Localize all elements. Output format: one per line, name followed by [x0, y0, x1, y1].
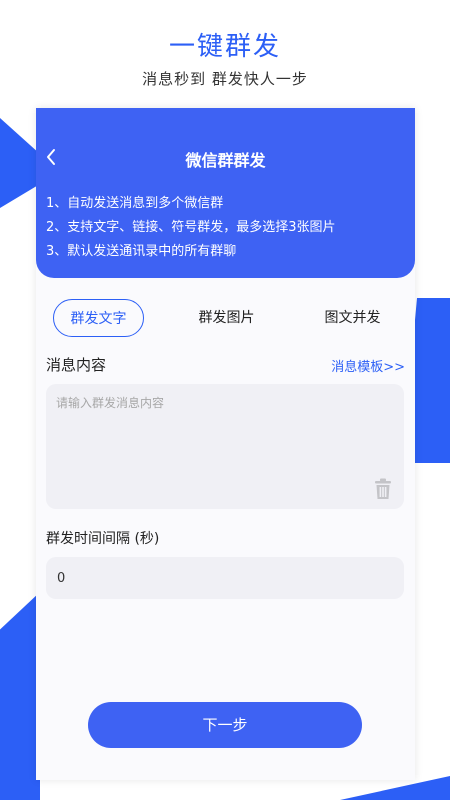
promo-subline: 消息秒到 群发快人一步 [142, 70, 308, 88]
tab-images[interactable]: 群发图片 [179, 299, 274, 337]
next-step-button[interactable]: 下一步 [88, 702, 362, 748]
tab-text[interactable]: 群发文字 [53, 299, 144, 337]
tip-item: 3、默认发送通讯录中的所有群聊 [46, 244, 237, 259]
trash-icon[interactable] [373, 478, 393, 500]
interval-label: 群发时间间隔 (秒) [46, 531, 160, 547]
header-panel: 微信群群发 1、自动发送消息到多个微信群 2、支持文字、链接、符号群发，最多选择… [36, 108, 415, 278]
tab-image-text[interactable]: 图文并发 [305, 299, 400, 337]
message-input[interactable] [46, 384, 404, 509]
app-screen: 微信群群发 1、自动发送消息到多个微信群 2、支持文字、链接、符号群发，最多选择… [36, 108, 415, 780]
promo-headline: 一键群发 [168, 32, 281, 62]
tip-item: 1、自动发送消息到多个微信群 [46, 196, 224, 211]
message-template-link[interactable]: 消息模板>> [331, 356, 405, 375]
page-title: 微信群群发 [185, 151, 266, 170]
mode-tabs: 群发文字 群发图片 图文并发 [53, 299, 398, 337]
tip-item: 2、支持文字、链接、符号群发，最多选择3张图片 [46, 220, 336, 235]
decor-shard-bottom-left [0, 592, 40, 800]
feature-tips: 1、自动发送消息到多个微信群 2、支持文字、链接、符号群发，最多选择3张图片 3… [46, 192, 336, 264]
interval-input[interactable] [46, 557, 404, 599]
message-label: 消息内容 [46, 356, 107, 374]
